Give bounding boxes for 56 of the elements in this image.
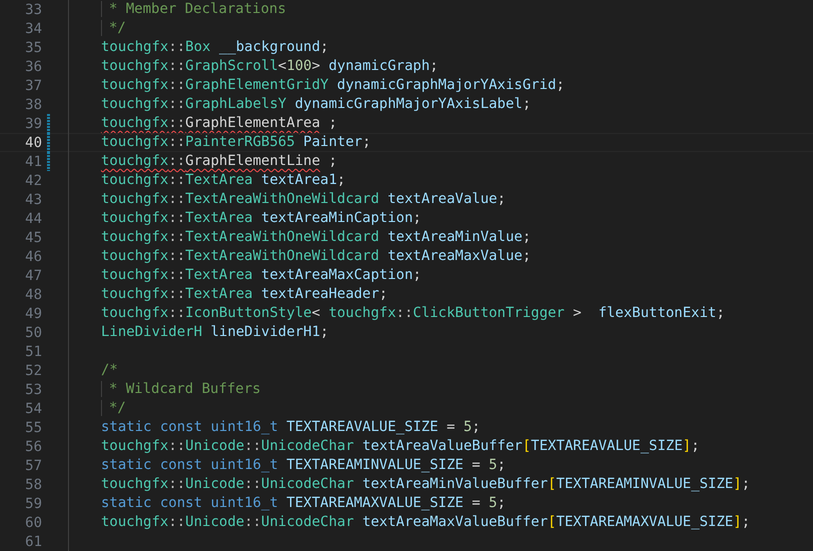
code-line: touchgfx::Unicode::UnicodeChar textAreaMinValueBuffer[TEXTAREAMINVALUE_SIZE];: [101, 476, 750, 493]
code-line: * Member Declarations: [101, 1, 286, 18]
code-line: touchgfx::Unicode::UnicodeChar textAreaMaxValueBuffer[TEXTAREAMAXVALUE_SIZE];: [101, 514, 750, 531]
line-number: 44: [24, 210, 42, 226]
line-number: 48: [24, 286, 42, 302]
code-line: /*: [101, 362, 118, 379]
code-line: touchgfx::GraphElementLine ;: [101, 153, 338, 170]
line-number: 41: [24, 154, 42, 170]
line-number: 56: [24, 438, 42, 454]
line-number: 36: [24, 58, 42, 74]
code-line: touchgfx::Box __background;: [101, 39, 329, 56]
line-number: 49: [24, 306, 42, 322]
code-line: touchgfx::TextArea textArea1;: [101, 172, 346, 189]
line-number: 38: [24, 96, 42, 112]
line-number: 37: [24, 78, 42, 94]
code-line: */: [101, 400, 126, 417]
line-number: 40: [24, 134, 42, 150]
code-line: LineDividerH lineDividerH1;: [101, 324, 329, 341]
line-number: 50: [24, 324, 42, 340]
line-number: 39: [24, 116, 42, 132]
line-number: 57: [24, 458, 42, 474]
line-number: 45: [24, 230, 42, 246]
line-number: 34: [24, 20, 42, 36]
line-number: 60: [24, 514, 42, 530]
line-number: 52: [24, 362, 42, 378]
code-line: touchgfx::IconButtonStyle< touchgfx::ClickButtonTrigger > flexButtonExit;: [101, 305, 725, 322]
code-line: touchgfx::TextArea textAreaMaxCaption;: [101, 267, 422, 284]
code-line: touchgfx::TextAreaWithOneWildcard textAreaMaxValue;: [101, 248, 531, 265]
line-number: 59: [24, 496, 42, 512]
line-number: 42: [24, 172, 42, 188]
line-number: 61: [24, 534, 42, 550]
code-line: * Wildcard Buffers: [101, 381, 261, 398]
line-number: 55: [24, 420, 42, 436]
code-line: */: [101, 20, 126, 37]
line-number: 33: [24, 2, 42, 18]
code-line: static const uint16_t TEXTAREAMAXVALUE_SIZE = 5;: [101, 495, 506, 512]
code-line: touchgfx::Unicode::UnicodeChar textAreaValueBuffer[TEXTAREAVALUE_SIZE];: [101, 438, 700, 455]
line-number: 53: [24, 382, 42, 398]
code-line: touchgfx::TextArea textAreaMinCaption;: [101, 210, 422, 227]
code-line: static const uint16_t TEXTAREAMINVALUE_SIZE = 5;: [101, 457, 506, 474]
code-line: touchgfx::PainterRGB565 Painter;: [101, 134, 371, 151]
code-line: touchgfx::GraphScroll<100> dynamicGraph;: [101, 58, 438, 75]
code-line: touchgfx::TextAreaWithOneWildcard textAreaMinValue;: [101, 229, 531, 246]
code-line: touchgfx::GraphElementArea ;: [101, 115, 338, 132]
line-number: 54: [24, 400, 42, 416]
line-number: 51: [24, 344, 42, 360]
line-number: 43: [24, 192, 42, 208]
code-line: touchgfx::TextArea textAreaHeader;: [101, 286, 388, 303]
code-line: touchgfx::GraphElementGridY dynamicGraphMajorYAxisGrid;: [101, 77, 565, 94]
line-number: 46: [24, 248, 42, 264]
line-number: 58: [24, 476, 42, 492]
code-line: touchgfx::TextAreaWithOneWildcard textAreaValue;: [101, 191, 506, 208]
code-line: static const uint16_t TEXTAREAVALUE_SIZE = 5;: [101, 419, 480, 436]
line-number: 35: [24, 40, 42, 56]
code-line: touchgfx::GraphLabelsY dynamicGraphMajorYAxisLabel;: [101, 96, 531, 113]
line-number: 47: [24, 268, 42, 284]
